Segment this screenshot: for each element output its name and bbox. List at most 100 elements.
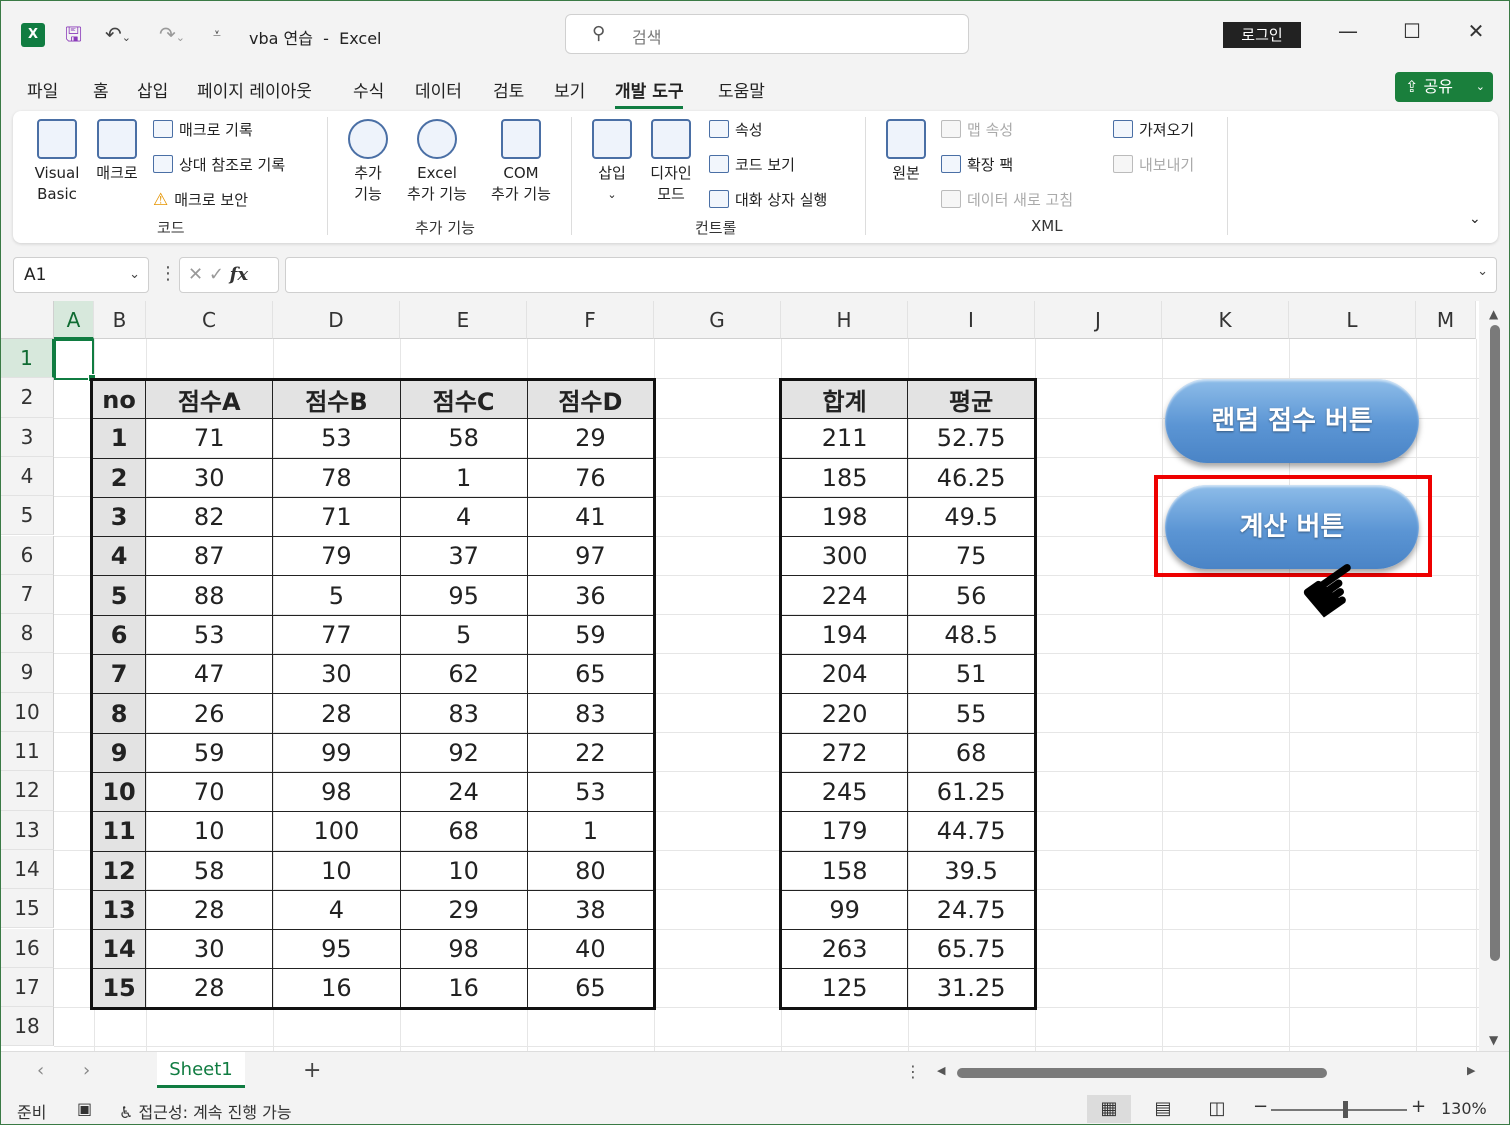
- score-cell[interactable]: 30: [145, 929, 274, 970]
- average-cell[interactable]: 56: [907, 575, 1036, 616]
- average-cell[interactable]: 46.25: [907, 457, 1036, 498]
- row-number-cell[interactable]: 10: [90, 771, 147, 813]
- visual-basic-button[interactable]: Visual Basic: [31, 119, 83, 205]
- column-header-f[interactable]: F: [527, 301, 654, 339]
- row-number-cell[interactable]: 8: [90, 693, 147, 734]
- average-cell[interactable]: 49.5: [907, 496, 1036, 538]
- row-number-cell[interactable]: 13: [90, 889, 147, 931]
- column-header-e[interactable]: E: [400, 301, 527, 339]
- average-cell[interactable]: 68: [907, 732, 1036, 773]
- average-cell[interactable]: 55: [907, 693, 1036, 734]
- zoom-level[interactable]: 130%: [1441, 1099, 1487, 1118]
- score-cell[interactable]: 87: [145, 536, 274, 577]
- score-cell[interactable]: 28: [145, 889, 274, 931]
- random-score-button[interactable]: 랜덤 점수 버튼: [1165, 379, 1419, 463]
- accessibility-status[interactable]: ♿ 접근성: 계속 진행 가능: [119, 1099, 292, 1123]
- tab-review[interactable]: 검토: [493, 77, 524, 102]
- sum-cell[interactable]: 263: [779, 929, 909, 970]
- relative-reference-button[interactable]: 상대 참조로 기록: [153, 154, 285, 175]
- average-cell[interactable]: 75: [907, 536, 1036, 577]
- row-header-16[interactable]: 16: [1, 928, 54, 968]
- score-cell[interactable]: 29: [399, 889, 528, 931]
- sum-cell[interactable]: 220: [779, 693, 909, 734]
- score-cell[interactable]: 98: [272, 771, 401, 813]
- refresh-data-button[interactable]: 데이터 새로 고침: [941, 189, 1073, 210]
- score-cell[interactable]: 40: [526, 929, 656, 970]
- score-cell[interactable]: 78: [272, 457, 401, 498]
- zoom-in-icon[interactable]: +: [1411, 1096, 1426, 1117]
- score-cell[interactable]: 4: [272, 889, 401, 931]
- active-cell-a1[interactable]: [54, 339, 96, 382]
- zoom-slider[interactable]: [1271, 1109, 1407, 1111]
- page-break-view-icon[interactable]: ◫: [1195, 1095, 1239, 1123]
- tab-insert[interactable]: 삽입: [137, 77, 168, 102]
- score-cell[interactable]: 68: [399, 811, 528, 852]
- score-cell[interactable]: 58: [399, 418, 528, 459]
- row-header-8[interactable]: 8: [1, 614, 54, 654]
- record-macro-button[interactable]: 매크로 기록: [153, 119, 253, 140]
- more-options-icon[interactable]: ⋮: [159, 263, 177, 284]
- average-cell[interactable]: 39.5: [907, 850, 1036, 891]
- tab-formulas[interactable]: 수식: [353, 77, 384, 102]
- import-button[interactable]: 가져오기: [1113, 119, 1194, 140]
- row-number-cell[interactable]: 2: [90, 457, 147, 498]
- row-number-cell[interactable]: 9: [90, 732, 147, 773]
- score-cell[interactable]: 76: [526, 457, 656, 498]
- expansion-packs-button[interactable]: 확장 팩: [941, 154, 1013, 175]
- column-header-d[interactable]: D: [273, 301, 400, 339]
- redo-icon[interactable]: ↷⌄: [159, 22, 185, 50]
- excel-addins-button[interactable]: Excel 추가 기능: [399, 119, 475, 205]
- score-cell[interactable]: 71: [272, 496, 401, 538]
- column-header-l[interactable]: L: [1289, 301, 1416, 339]
- scroll-left-icon[interactable]: ◀: [937, 1064, 945, 1077]
- sum-cell[interactable]: 194: [779, 614, 909, 656]
- save-icon[interactable]: 🖫: [65, 22, 82, 46]
- column-header-b[interactable]: B: [94, 301, 146, 339]
- login-button[interactable]: 로그인: [1223, 22, 1301, 48]
- sum-cell[interactable]: 245: [779, 771, 909, 813]
- scores-header-cell[interactable]: no: [90, 378, 147, 420]
- average-cell[interactable]: 52.75: [907, 418, 1036, 459]
- share-button[interactable]: ⇪ 공유 ⌄: [1395, 72, 1493, 102]
- chevron-down-icon[interactable]: ⌄: [129, 258, 140, 292]
- normal-view-icon[interactable]: ▦: [1087, 1095, 1131, 1123]
- average-cell[interactable]: 51: [907, 654, 1036, 695]
- row-number-cell[interactable]: 12: [90, 850, 147, 891]
- row-header-6[interactable]: 6: [1, 535, 54, 575]
- tab-developer[interactable]: 개발 도구: [615, 77, 684, 109]
- com-addins-button[interactable]: COM 추가 기능: [483, 119, 559, 205]
- summary-header-cell[interactable]: 평균: [907, 378, 1036, 420]
- row-header-17[interactable]: 17: [1, 967, 54, 1008]
- score-cell[interactable]: 16: [399, 968, 528, 1009]
- average-cell[interactable]: 31.25: [907, 968, 1036, 1009]
- score-cell[interactable]: 22: [526, 732, 656, 773]
- score-cell[interactable]: 77: [272, 614, 401, 656]
- score-cell[interactable]: 95: [272, 929, 401, 970]
- row-header-13[interactable]: 13: [1, 810, 54, 850]
- row-number-cell[interactable]: 3: [90, 496, 147, 538]
- minimize-icon[interactable]: —: [1333, 19, 1363, 43]
- score-cell[interactable]: 71: [145, 418, 274, 459]
- maximize-icon[interactable]: ☐: [1397, 19, 1427, 43]
- sum-cell[interactable]: 125: [779, 968, 909, 1009]
- row-header-18[interactable]: 18: [1, 1007, 54, 1047]
- score-cell[interactable]: 59: [526, 614, 656, 656]
- search-box[interactable]: ⚲ 검색: [565, 14, 969, 54]
- score-cell[interactable]: 88: [145, 575, 274, 616]
- score-cell[interactable]: 5: [399, 614, 528, 656]
- macro-record-icon[interactable]: ▣: [77, 1099, 92, 1118]
- score-cell[interactable]: 59: [145, 732, 274, 773]
- score-cell[interactable]: 38: [526, 889, 656, 931]
- score-cell[interactable]: 92: [399, 732, 528, 773]
- score-cell[interactable]: 79: [272, 536, 401, 577]
- calculate-button[interactable]: 계산 버튼: [1165, 485, 1419, 569]
- add-sheet-icon[interactable]: +: [303, 1058, 321, 1083]
- insert-function-icon[interactable]: fx: [230, 264, 248, 285]
- sum-cell[interactable]: 158: [779, 850, 909, 891]
- worksheet-grid[interactable]: ABCDEFGHIJKLM 1 2 3 4 5 6 7 8 9 10 11 12 13 14 15 16 17 1…: [1, 301, 1479, 1051]
- macro-security-button[interactable]: ⚠ 매크로 보안: [153, 189, 248, 210]
- view-code-button[interactable]: 코드 보기: [709, 154, 795, 175]
- score-cell[interactable]: 1: [526, 811, 656, 852]
- score-cell[interactable]: 10: [399, 850, 528, 891]
- sum-cell[interactable]: 211: [779, 418, 909, 459]
